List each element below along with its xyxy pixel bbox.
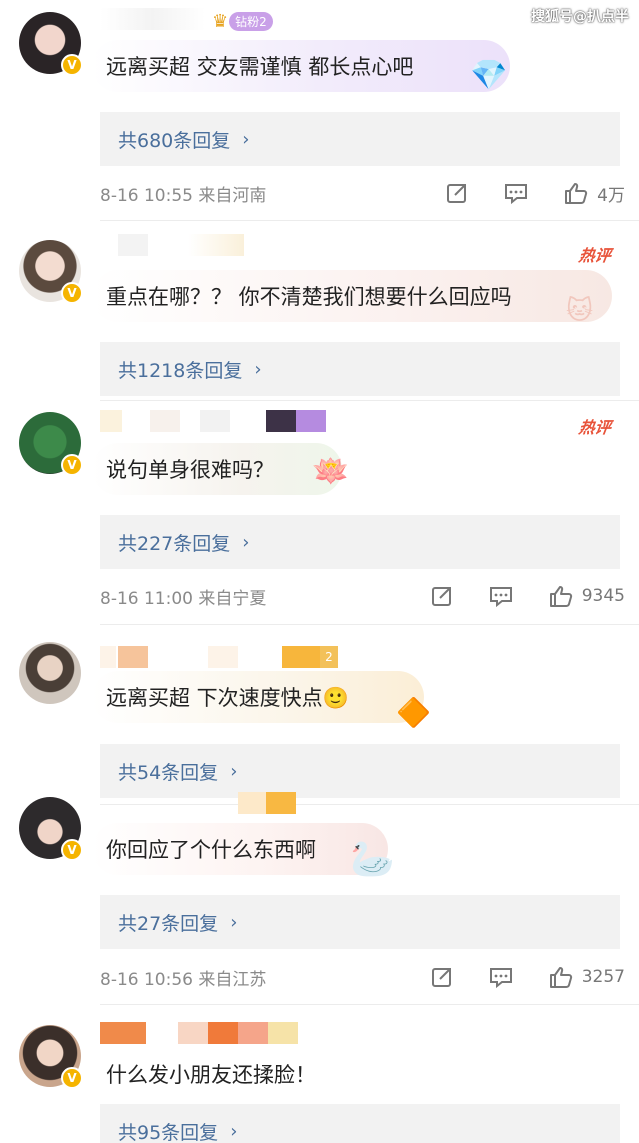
comment-button[interactable] [488, 965, 514, 989]
comment-bubble[interactable]: 什么发小朋友还揉脸！ [92, 1048, 392, 1100]
divider [100, 220, 639, 221]
comment-location: 来自宁夏 [198, 588, 267, 609]
cat-sticker-icon: 🐱 [566, 296, 594, 326]
share-button[interactable] [430, 965, 454, 989]
username-blurred[interactable] [100, 410, 326, 432]
replies-link[interactable]: 共95条回复 › [100, 1104, 620, 1143]
thumbs-up-icon [565, 183, 588, 204]
comment-meta: 8-16 11:00 来自宁夏 9345 [100, 581, 625, 611]
replies-link[interactable]: 共54条回复 › [100, 744, 620, 798]
share-icon [447, 184, 467, 203]
avatar[interactable]: V [19, 412, 83, 476]
duck-icon: 🦢 [350, 839, 395, 880]
replies-link[interactable]: 共27条回复 › [100, 895, 620, 949]
like-count: 3257 [581, 967, 625, 987]
comment-button[interactable] [488, 584, 514, 608]
chevron-right-icon: › [242, 128, 250, 150]
comment-time: 8-16 10:55 [100, 185, 193, 206]
comment-time: 8-16 11:00 [100, 588, 193, 609]
comment-location: 来自江苏 [198, 969, 267, 990]
comment-bubble[interactable]: 重点在哪？？ 你不清楚我们想要什么回应吗 [92, 270, 612, 322]
username-blurred[interactable] [100, 8, 205, 30]
avatar[interactable]: V [19, 240, 83, 304]
comment-text: 你回应了个什么东西啊 [106, 838, 316, 862]
comment-text: 远离买超 交友需谨慎 都长点心吧 [106, 55, 414, 79]
chevron-right-icon: › [254, 358, 262, 380]
comment-bubble[interactable]: 说句单身很难吗？ [92, 443, 342, 495]
chevron-right-icon: › [230, 1120, 238, 1142]
chevron-right-icon: › [230, 911, 238, 933]
comment-text: 远离买超 下次速度快点🙂 [106, 686, 349, 710]
like-button[interactable]: 9345 [548, 584, 625, 608]
share-button[interactable] [445, 181, 469, 205]
comment-bubble[interactable]: 你回应了个什么东西啊 [92, 823, 388, 875]
fan-level-badge: 2 [320, 646, 338, 668]
thumbs-up-icon [549, 586, 572, 607]
hot-comment-badge: 热评 [577, 418, 613, 437]
comment-text: 说句单身很难吗？ [106, 458, 274, 482]
comment-icon [489, 587, 512, 608]
replies-link[interactable]: 共680条回复 › [100, 112, 620, 166]
thumbs-up-icon [549, 967, 572, 988]
verified-v-icon: V [61, 454, 83, 476]
lotus-icon: 🪷 [312, 454, 350, 489]
comment-icon [505, 184, 528, 205]
verified-v-icon: V [61, 1067, 83, 1089]
comment-button[interactable] [503, 181, 529, 205]
avatar[interactable]: V [19, 1025, 83, 1089]
share-icon [431, 587, 451, 606]
like-count: 4万 [597, 185, 625, 206]
avatar[interactable]: V [19, 12, 83, 76]
username-blurred[interactable] [100, 234, 244, 256]
chevron-right-icon: › [230, 760, 238, 782]
username-blurred[interactable] [100, 1022, 298, 1044]
comment-time: 8-16 10:56 [100, 969, 193, 990]
like-button[interactable]: 3257 [548, 965, 625, 989]
watermark: 搜狐号@扒点半 [531, 9, 629, 25]
comment-bubble[interactable]: 远离买超 交友需谨慎 都长点心吧 [92, 40, 510, 92]
like-count: 9345 [581, 586, 625, 606]
like-button[interactable]: 4万 [563, 181, 625, 206]
share-button[interactable] [430, 584, 454, 608]
divider [100, 624, 639, 625]
crown-icon: ♛ [212, 10, 229, 32]
comment-text: 重点在哪？？ 你不清楚我们想要什么回应吗 [106, 285, 512, 309]
comment-meta: 8-16 10:55 来自河南 4万 [100, 178, 625, 208]
comment-location: 来自河南 [198, 185, 267, 206]
verified-v-icon: V [61, 839, 83, 861]
hot-comment-badge: 热评 [577, 246, 613, 265]
fan-badge: ♛ 钻粉2 [212, 10, 273, 32]
divider [100, 1004, 639, 1005]
verified-v-icon: V [61, 54, 83, 76]
diamond-icon: 💎 [470, 58, 508, 93]
comment-text: 什么发小朋友还揉脸！ [106, 1063, 316, 1087]
replies-link[interactable]: 共1218条回复 › [100, 342, 620, 396]
comment-icon [489, 968, 512, 989]
username-blurred[interactable] [100, 792, 296, 814]
replies-link[interactable]: 共227条回复 › [100, 515, 620, 569]
comment-bubble[interactable]: 远离买超 下次速度快点🙂 [92, 671, 424, 723]
verified-v-icon: V [61, 282, 83, 304]
comment-meta: 8-16 10:56 来自江苏 3257 [100, 962, 625, 992]
divider [100, 400, 639, 401]
crown-gem-icon: 🔶 [396, 696, 431, 729]
share-icon [431, 968, 451, 987]
avatar[interactable]: V [19, 797, 83, 861]
username-blurred[interactable]: 2 [100, 646, 338, 668]
chevron-right-icon: › [242, 531, 250, 553]
avatar[interactable] [19, 642, 81, 704]
